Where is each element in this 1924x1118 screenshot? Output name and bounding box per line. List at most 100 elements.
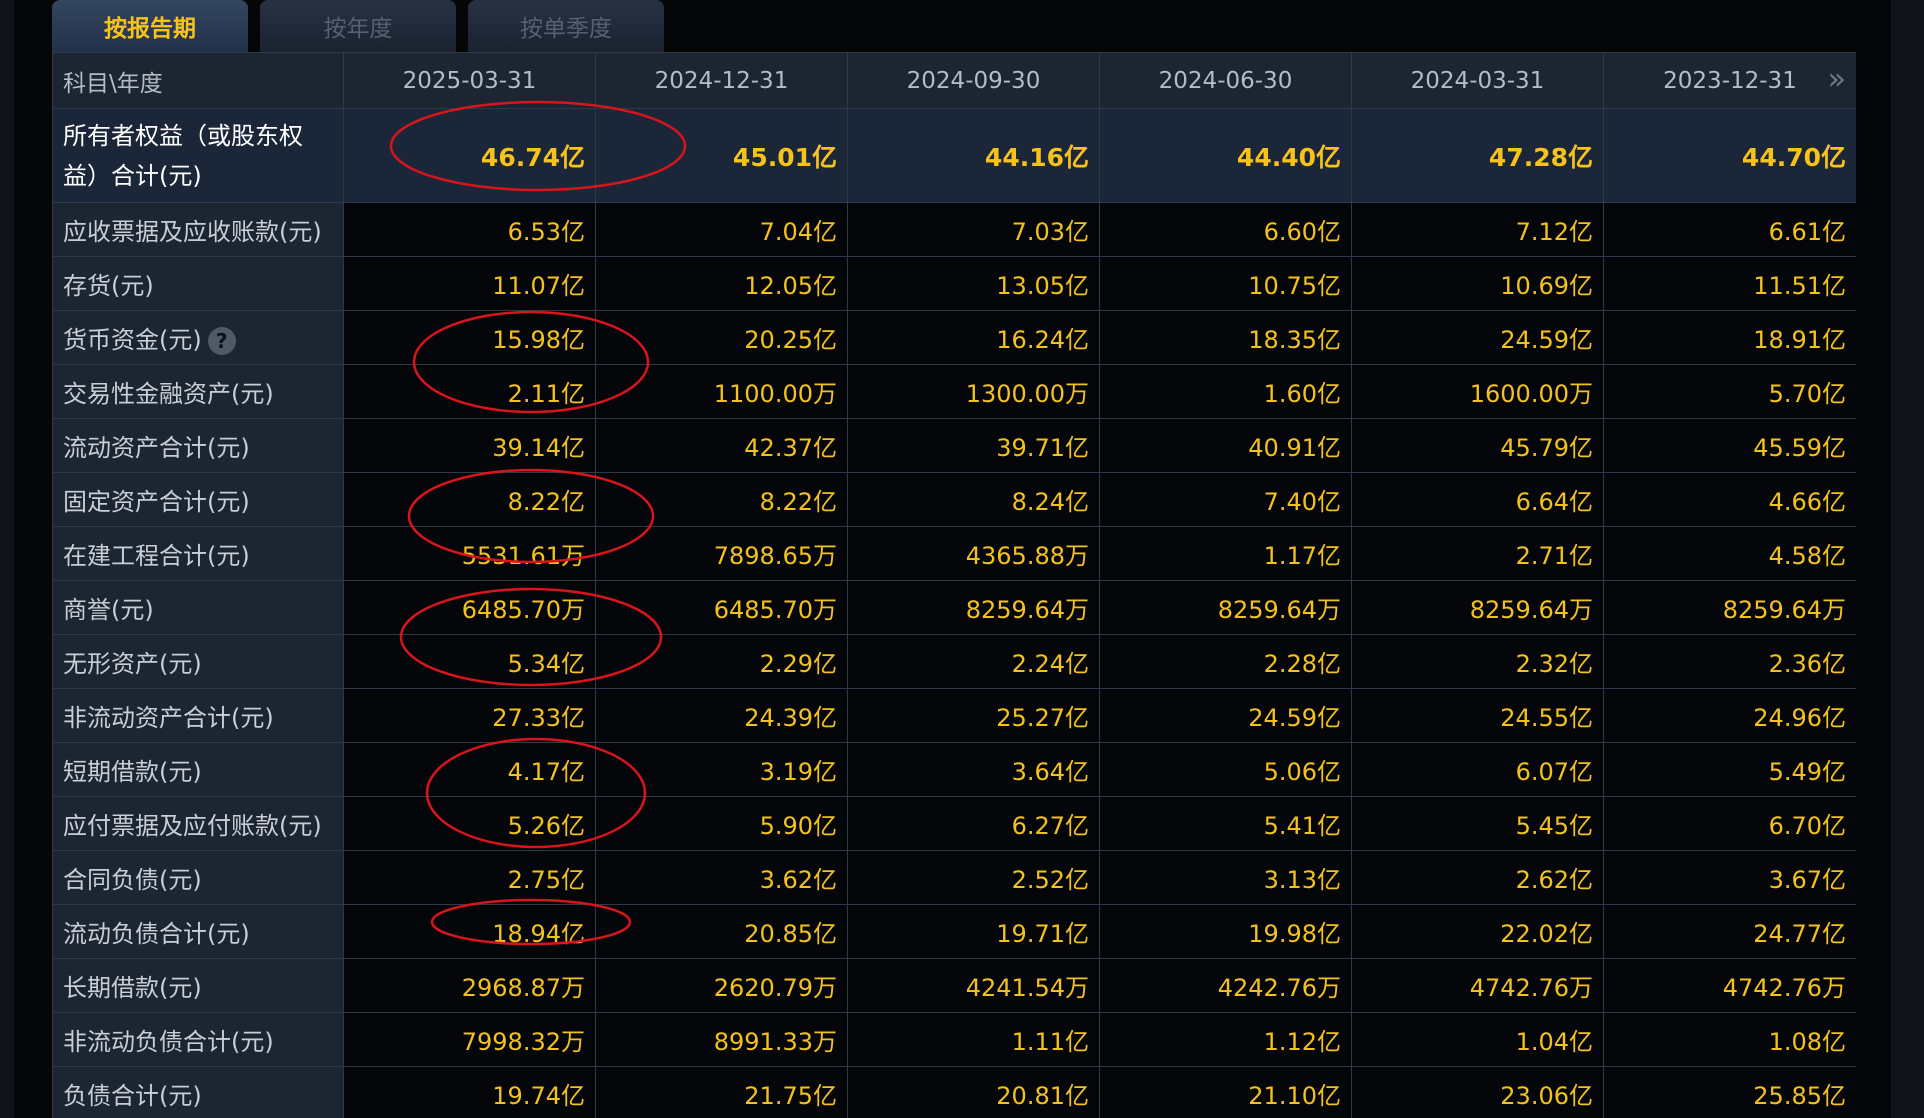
table-row: 非流动资产合计(元) 27.33亿 24.39亿 25.27亿 24.59亿 24.55亿… xyxy=(52,688,1856,743)
value-cell: 4.58亿 xyxy=(1603,526,1856,581)
row-label: 应收票据及应收账款(元) xyxy=(63,218,322,246)
value-cell: 4241.54万 xyxy=(847,958,1100,1013)
value-cell: 2.32亿 xyxy=(1351,634,1604,689)
value-cell: 39.14亿 xyxy=(343,418,596,473)
row-label: 长期借款(元) xyxy=(63,974,202,1002)
table-row: 应收票据及应收账款(元) 6.53亿 7.04亿 7.03亿 6.60亿 7.12亿 6.6… xyxy=(52,202,1856,257)
row-label-cell: 固定资产合计(元) xyxy=(52,472,344,527)
value-cell: 8259.64万 xyxy=(1099,580,1352,635)
tab-by-quarter[interactable]: 按单季度 xyxy=(468,0,664,52)
value-cell: 1.04亿 xyxy=(1351,1012,1604,1067)
tab-by-report-period[interactable]: 按报告期 xyxy=(52,0,248,52)
table-row: 所有者权益（或股东权益）合计(元) 46.74亿 45.01亿 44.16亿 44.40… xyxy=(52,108,1856,203)
row-label-cell: 长期借款(元) xyxy=(52,958,344,1013)
value-cell: 1100.00万 xyxy=(595,364,848,419)
value-cell: 8.22亿 xyxy=(595,472,848,527)
value-cell: 5.26亿 xyxy=(343,796,596,851)
row-label-cell: 所有者权益（或股东权益）合计(元) xyxy=(52,108,344,203)
value-cell: 2.75亿 xyxy=(343,850,596,905)
value-cell: 22.02亿 xyxy=(1351,904,1604,959)
value-cell: 1.08亿 xyxy=(1603,1012,1856,1067)
row-label-cell: 短期借款(元) xyxy=(52,742,344,797)
row-label-cell: 应收票据及应收账款(元) xyxy=(52,202,344,257)
value-cell: 6.60亿 xyxy=(1099,202,1352,257)
value-cell: 4242.76万 xyxy=(1099,958,1352,1013)
balance-sheet-table-wrap: 科目\年度 2025-03-31 2024-12-31 2024-09-30 2… xyxy=(52,52,1856,1118)
value-cell: 19.98亿 xyxy=(1099,904,1352,959)
row-label: 货币资金(元) xyxy=(63,326,202,354)
question-circle-icon[interactable]: ? xyxy=(207,327,236,355)
row-label-cell: 负债合计(元) xyxy=(52,1066,344,1118)
value-cell: 7898.65万 xyxy=(595,526,848,581)
table-row: 固定资产合计(元) 8.22亿 8.22亿 8.24亿 7.40亿 6.64亿 4.66亿 xyxy=(52,472,1856,527)
value-cell: 45.59亿 xyxy=(1603,418,1856,473)
value-cell: 42.37亿 xyxy=(595,418,848,473)
column-header-date[interactable]: 2024-03-31 xyxy=(1351,52,1604,109)
row-label-cell: 非流动负债合计(元) xyxy=(52,1012,344,1067)
column-header-date[interactable]: 2024-06-30 xyxy=(1099,52,1352,109)
value-cell: 10.69亿 xyxy=(1351,256,1604,311)
value-cell: 6485.70万 xyxy=(343,580,596,635)
row-label: 交易性金融资产(元) xyxy=(63,380,274,408)
table-row: 流动负债合计(元) 18.94亿 20.85亿 19.71亿 19.98亿 22.02亿 2… xyxy=(52,904,1856,959)
row-label: 所有者权益（或股东权益）合计(元) xyxy=(63,121,303,190)
column-header-date[interactable]: 2024-12-31 xyxy=(595,52,848,109)
value-cell: 21.10亿 xyxy=(1099,1066,1352,1118)
row-label: 存货(元) xyxy=(63,272,154,300)
value-cell: 46.74亿 xyxy=(343,108,596,203)
value-cell: 7.12亿 xyxy=(1351,202,1604,257)
column-header-date[interactable]: 2025-03-31 xyxy=(343,52,596,109)
value-cell: 24.55亿 xyxy=(1351,688,1604,743)
value-cell: 25.27亿 xyxy=(847,688,1100,743)
value-cell: 2968.87万 xyxy=(343,958,596,1013)
app-frame: 按报告期 按年度 按单季度 科目\年度 2025-03-31 2024-12-3… xyxy=(0,0,1924,1118)
value-cell: 6485.70万 xyxy=(595,580,848,635)
value-cell: 12.05亿 xyxy=(595,256,848,311)
row-label: 应付票据及应付账款(元) xyxy=(63,812,322,840)
value-cell: 11.07亿 xyxy=(343,256,596,311)
value-cell: 8.24亿 xyxy=(847,472,1100,527)
tab-by-year[interactable]: 按年度 xyxy=(260,0,456,52)
value-cell: 15.98亿 xyxy=(343,310,596,365)
value-cell: 40.91亿 xyxy=(1099,418,1352,473)
column-header-date[interactable]: 2024-09-30 xyxy=(847,52,1100,109)
value-cell: 39.71亿 xyxy=(847,418,1100,473)
value-cell: 6.61亿 xyxy=(1603,202,1856,257)
row-label-cell: 在建工程合计(元) xyxy=(52,526,344,581)
value-cell: 6.53亿 xyxy=(343,202,596,257)
row-label-cell: 合同负债(元) xyxy=(52,850,344,905)
row-label: 流动资产合计(元) xyxy=(63,434,250,462)
value-cell: 23.06亿 xyxy=(1351,1066,1604,1118)
value-cell: 45.01亿 xyxy=(595,108,848,203)
value-cell: 8259.64万 xyxy=(1351,580,1604,635)
corner-header: 科目\年度 xyxy=(52,52,344,109)
value-cell: 2.71亿 xyxy=(1351,526,1604,581)
value-cell: 3.62亿 xyxy=(595,850,848,905)
value-cell: 21.75亿 xyxy=(595,1066,848,1118)
column-header-date[interactable]: 2023-12-31 » xyxy=(1603,52,1856,109)
value-cell: 2.11亿 xyxy=(343,364,596,419)
row-label-cell: 无形资产(元) xyxy=(52,634,344,689)
value-cell: 1.11亿 xyxy=(847,1012,1100,1067)
double-chevron-right-icon[interactable]: » xyxy=(1828,65,1846,95)
value-cell: 8259.64万 xyxy=(1603,580,1856,635)
value-cell: 6.27亿 xyxy=(847,796,1100,851)
value-cell: 24.96亿 xyxy=(1603,688,1856,743)
value-cell: 20.81亿 xyxy=(847,1066,1100,1118)
value-cell: 25.85亿 xyxy=(1603,1066,1856,1118)
value-cell: 24.39亿 xyxy=(595,688,848,743)
value-cell: 1.12亿 xyxy=(1099,1012,1352,1067)
table-row: 流动资产合计(元) 39.14亿 42.37亿 39.71亿 40.91亿 45.79亿 4… xyxy=(52,418,1856,473)
value-cell: 47.28亿 xyxy=(1351,108,1604,203)
row-label-cell: 流动负债合计(元) xyxy=(52,904,344,959)
value-cell: 5.41亿 xyxy=(1099,796,1352,851)
value-cell: 18.91亿 xyxy=(1603,310,1856,365)
table-row: 无形资产(元) 5.34亿 2.29亿 2.24亿 2.28亿 2.32亿 2.36亿 xyxy=(52,634,1856,689)
value-cell: 20.25亿 xyxy=(595,310,848,365)
column-header-date-label: 2023-12-31 xyxy=(1663,67,1797,94)
value-cell: 2620.79万 xyxy=(595,958,848,1013)
table-row: 存货(元) 11.07亿 12.05亿 13.05亿 10.75亿 10.69亿 11.51… xyxy=(52,256,1856,311)
value-cell: 7.40亿 xyxy=(1099,472,1352,527)
header-row: 科目\年度 2025-03-31 2024-12-31 2024-09-30 2… xyxy=(52,52,1856,109)
row-label-cell: 货币资金(元)? xyxy=(52,310,344,365)
